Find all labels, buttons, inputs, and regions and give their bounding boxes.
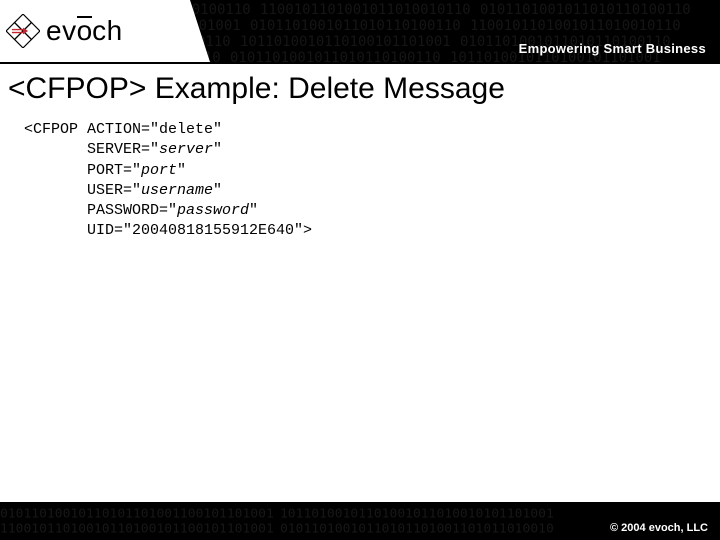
brand-part3: ch xyxy=(92,15,123,47)
code-block: <CFPOP ACTION="delete" SERVER="server"PO… xyxy=(24,120,720,242)
slide-title: <CFPOP> Example: Delete Message xyxy=(8,72,720,106)
svg-text:110010110100101101001011001011: 11001011010010110100101100101101001 xyxy=(0,521,274,536)
svg-text:010110100101101011010011001011: 01011010010110101101001100101101001 xyxy=(0,506,274,521)
code-l4c: " xyxy=(213,182,222,199)
svg-text:1100101101001011010010110: 1100101101001011010010110 xyxy=(470,18,681,34)
code-l5c: " xyxy=(249,202,258,219)
code-l1a: <CFPOP ACTION=" xyxy=(24,121,159,138)
code-l2b: server xyxy=(159,141,213,158)
brand-part1: ev xyxy=(46,15,77,47)
svg-text:101101001011010010110100101011: 10110100101101001011010010101101001 xyxy=(280,506,554,521)
header-rule xyxy=(0,62,720,64)
code-l3a: PORT=" xyxy=(87,162,141,179)
brand-part2: o xyxy=(77,15,93,47)
svg-text:0101101001011010110100110: 0101101001011010110100110 xyxy=(250,18,461,34)
code-l3b: port xyxy=(141,162,177,179)
logo-icon xyxy=(6,14,40,48)
brand-logo: evoch xyxy=(0,0,190,62)
slide: 0101101001011010110100110 11001011010010… xyxy=(0,0,720,540)
svg-text:1100101101001011010010110: 1100101101001011010010110 xyxy=(260,2,471,18)
code-l2c: " xyxy=(213,141,222,158)
svg-text:0101101001011010110100110: 0101101001011010110100110 xyxy=(230,50,441,62)
code-l1c: " xyxy=(213,121,222,138)
slide-header: 0101101001011010110100110 11001011010010… xyxy=(0,0,720,62)
code-l5b: password xyxy=(177,202,249,219)
code-l4a: USER=" xyxy=(87,182,141,199)
code-l4b: username xyxy=(141,182,213,199)
brand-name: evoch xyxy=(46,15,123,47)
svg-text:010110100101101011010011010110: 01011010010110101101001101011010010 xyxy=(280,521,554,536)
code-l5a: PASSWORD=" xyxy=(87,202,177,219)
code-l1b: delete xyxy=(159,121,213,138)
slide-footer: 01011010010110101101001100101101001 1011… xyxy=(0,502,720,540)
code-l3c: " xyxy=(177,162,186,179)
svg-text:0101101001011010110100110: 0101101001011010110100110 xyxy=(480,2,691,18)
code-l2a: SERVER=" xyxy=(87,141,159,158)
copyright: © 2004 evoch, LLC xyxy=(610,522,708,534)
svg-text:1011010010110100101101001: 1011010010110100101101001 xyxy=(240,34,451,50)
code-l6: UID="20040818155912E640"> xyxy=(87,222,312,239)
tagline: Empowering Smart Business xyxy=(519,41,706,56)
